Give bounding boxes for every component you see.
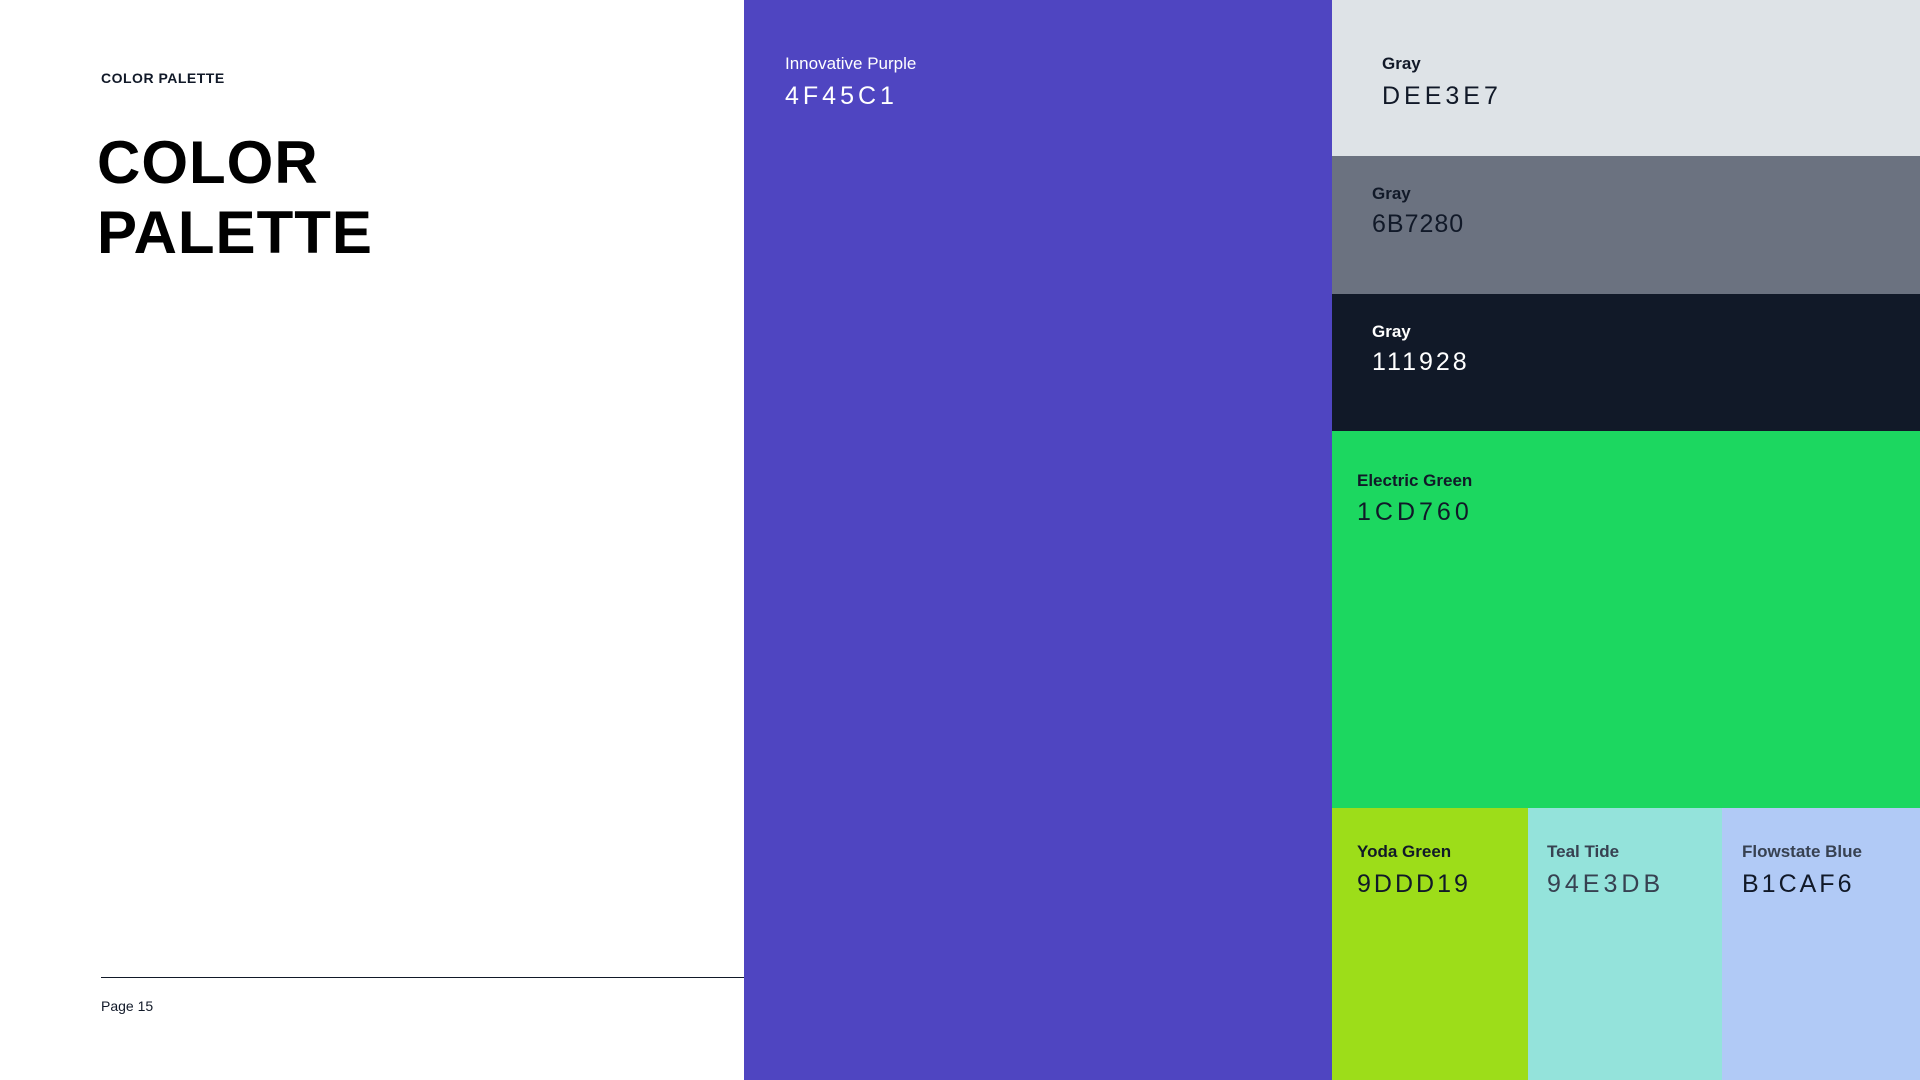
swatch-teal-tide: Teal Tide 94E3DB [1528, 808, 1722, 1080]
swatch-name: Electric Green [1357, 471, 1473, 490]
swatch-innovative-purple: Innovative Purple 4F45C1 [744, 0, 1332, 1080]
swatch-hex: B1CAF6 [1742, 870, 1855, 898]
swatch-hex: 111928 [1372, 348, 1470, 376]
swatch-hex: DEE3E7 [1382, 82, 1502, 110]
swatch-hex: 6B7280 [1372, 210, 1465, 238]
swatch-hex: 94E3DB [1547, 870, 1665, 898]
swatch-gray-mid: Gray 6B7280 [1332, 156, 1920, 294]
page-title-line-1: COLOR [97, 129, 319, 196]
swatch-name: Yoda Green [1357, 842, 1452, 861]
swatch-name: Teal Tide [1547, 842, 1620, 861]
color-palette-page: COLOR PALETTE COLOR PALETTE Page 15 Inno… [0, 0, 1920, 1080]
page-title-line-2: PALETTE [97, 199, 373, 266]
swatch-gray-dark: Gray 111928 [1332, 294, 1920, 431]
swatch-name: Flowstate Blue [1742, 842, 1862, 861]
swatch-electric-green: Electric Green 1CD760 [1332, 431, 1920, 808]
page-title: COLOR PALETTE [97, 128, 373, 268]
swatch-yoda-green: Yoda Green 9DDD19 [1332, 808, 1528, 1080]
footer-divider [101, 977, 744, 978]
swatch-hex: 9DDD19 [1357, 870, 1471, 898]
swatch-hex: 1CD760 [1357, 498, 1473, 526]
swatch-name: Gray [1382, 54, 1421, 73]
swatch-flowstate-blue: Flowstate Blue B1CAF6 [1722, 808, 1920, 1080]
swatch-name: Gray [1372, 184, 1411, 203]
swatch-gray-light: Gray DEE3E7 [1332, 0, 1920, 156]
swatch-name: Innovative Purple [785, 54, 917, 73]
swatch-hex: 4F45C1 [785, 82, 898, 110]
swatch-name: Gray [1372, 322, 1411, 341]
page-number: Page 15 [101, 998, 154, 1014]
section-eyebrow: COLOR PALETTE [101, 70, 225, 86]
